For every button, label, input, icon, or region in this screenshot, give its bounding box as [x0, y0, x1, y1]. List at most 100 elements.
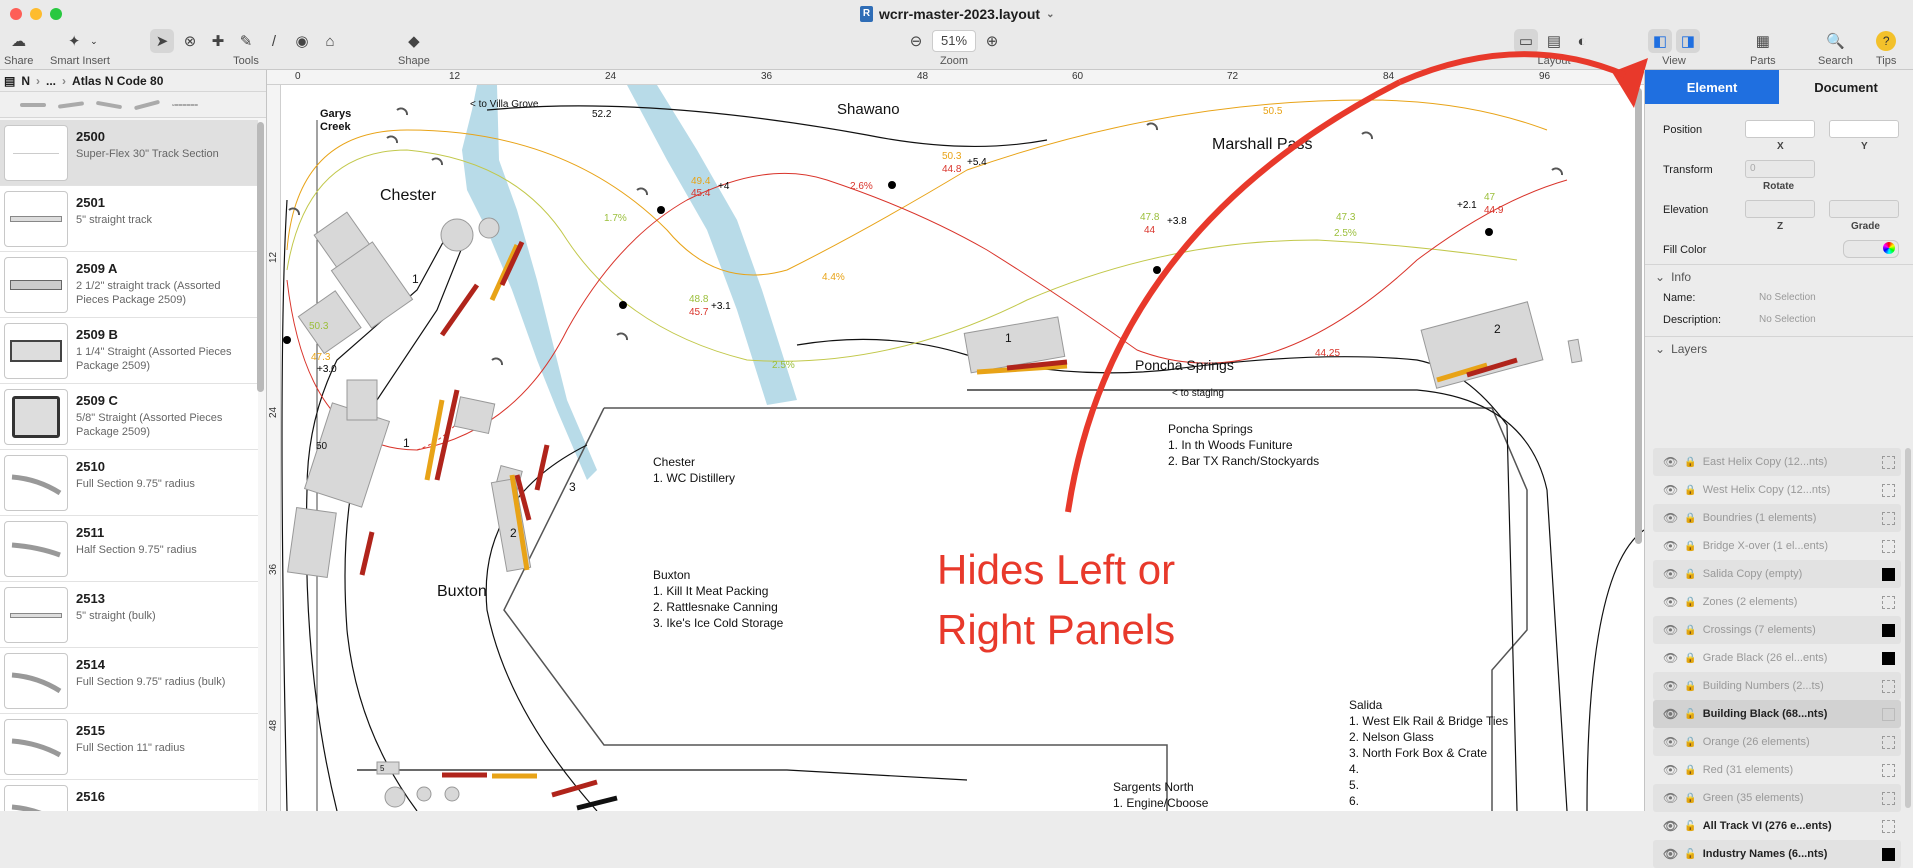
- zoom-out-icon[interactable]: ⊖: [904, 29, 928, 53]
- layer-color-swatch[interactable]: [1882, 763, 1895, 777]
- eye-icon[interactable]: 👁: [1663, 595, 1678, 609]
- lock-icon[interactable]: 🔒: [1684, 653, 1696, 664]
- layer-row[interactable]: 👁 🔒 Green (35 elements): [1653, 784, 1901, 812]
- close-button[interactable]: [10, 8, 22, 20]
- layer-row[interactable]: 👁 🔒 Bridge X-over (1 el...ents): [1653, 532, 1901, 560]
- layer-color-swatch[interactable]: [1882, 707, 1895, 721]
- tips-button[interactable]: ? Tips: [1876, 28, 1896, 67]
- eye-icon[interactable]: 👁: [1663, 455, 1678, 469]
- list-item[interactable]: 2501 5" straight track: [0, 186, 258, 252]
- zoom-in-icon[interactable]: ⊕: [980, 29, 1004, 53]
- layer-row[interactable]: 👁 🔒 Orange (26 elements): [1653, 728, 1901, 756]
- elevation-z-field[interactable]: [1745, 200, 1815, 218]
- window-title[interactable]: R wcrr-master-2023.layout ⌄: [860, 6, 1054, 22]
- tab-element[interactable]: Element: [1645, 70, 1779, 104]
- list-item[interactable]: 2509 B 1 1/4" Straight (Assorted Pieces P…: [0, 318, 258, 384]
- scrollbar[interactable]: [1635, 88, 1642, 544]
- list-item[interactable]: 2514 Full Section 9.75" radius (bulk): [0, 648, 258, 714]
- layer-color-swatch[interactable]: [1882, 735, 1895, 749]
- list-item[interactable]: 2513 5" straight (bulk): [0, 582, 258, 648]
- list-item[interactable]: 2511 Half Section 9.75" radius: [0, 516, 258, 582]
- lock-icon[interactable]: 🔒: [1684, 569, 1696, 580]
- layout-canvas[interactable]: 0 12 24 36 48 60 72 84 96 12 24 36 48 Ga…: [267, 70, 1644, 811]
- delete-tool-icon[interactable]: ⊗: [178, 29, 202, 53]
- share-button[interactable]: ☁ Share: [4, 28, 33, 67]
- pencil-tool-icon[interactable]: /: [262, 29, 286, 53]
- list-item[interactable]: 2516: [0, 780, 258, 811]
- list-item[interactable]: 2515 Full Section 11" radius: [0, 714, 258, 780]
- layout-window-icon[interactable]: ▭: [1514, 29, 1538, 53]
- layer-row[interactable]: 👁 🔒 Building Numbers (2...ts): [1653, 672, 1901, 700]
- layer-color-swatch[interactable]: [1882, 483, 1895, 497]
- crossing-filter-icon[interactable]: [133, 99, 161, 110]
- search-button[interactable]: 🔍 Search: [1818, 28, 1853, 67]
- lock-icon[interactable]: 🔒: [1684, 541, 1696, 552]
- eye-icon[interactable]: 👁: [1663, 567, 1678, 581]
- terrain-tool-icon[interactable]: ◉: [290, 29, 314, 53]
- breadcrumb-item-ellipsis[interactable]: ...: [46, 74, 56, 88]
- tab-document[interactable]: Document: [1779, 70, 1913, 104]
- left-panel-toggle-icon[interactable]: ◧: [1648, 29, 1672, 53]
- layer-row[interactable]: 👁 🔒 Zones (2 elements): [1653, 588, 1901, 616]
- layer-color-swatch[interactable]: [1882, 791, 1895, 805]
- info-section-header[interactable]: ⌄ Info: [1645, 264, 1913, 288]
- layer-row[interactable]: 👁 🔒 East Helix Copy (12...nts): [1653, 448, 1901, 476]
- layer-color-swatch[interactable]: [1882, 623, 1895, 637]
- list-item[interactable]: 2509 C 5/8" Straight (Assorted Pieces Pac…: [0, 384, 258, 450]
- layer-row[interactable]: 👁 🔒 Grade Black (26 el...ents): [1653, 644, 1901, 672]
- layer-row[interactable]: 👁 🔓 All Track VI (276 e...ents): [1653, 812, 1901, 840]
- layer-color-swatch[interactable]: [1882, 651, 1895, 665]
- eye-icon[interactable]: 👁: [1663, 791, 1678, 805]
- layer-color-swatch[interactable]: [1882, 511, 1895, 525]
- layers-section-header[interactable]: ⌄ Layers: [1645, 336, 1913, 360]
- zoom-window-button[interactable]: [50, 8, 62, 20]
- layer-color-swatch[interactable]: [1882, 595, 1895, 609]
- layer-row[interactable]: 👁 🔒 West Helix Copy (12...nts): [1653, 476, 1901, 504]
- eye-icon[interactable]: 👁: [1663, 679, 1678, 693]
- scrollbar[interactable]: [1905, 448, 1911, 808]
- lock-icon[interactable]: 🔒: [1684, 793, 1696, 804]
- unlock-icon[interactable]: 🔓: [1684, 709, 1696, 720]
- minimize-button[interactable]: [30, 8, 42, 20]
- lock-icon[interactable]: 🔒: [1684, 625, 1696, 636]
- eye-icon[interactable]: 👁: [1663, 623, 1678, 637]
- right-panel-toggle-icon[interactable]: ◨: [1676, 29, 1700, 53]
- lock-icon[interactable]: 🔒: [1684, 457, 1696, 468]
- unlock-icon[interactable]: 🔓: [1684, 849, 1696, 860]
- rotate-field[interactable]: 0: [1745, 160, 1815, 178]
- layer-row[interactable]: 👁 🔒 Red (31 elements): [1653, 756, 1901, 784]
- 3d-view-icon[interactable]: ◐: [1570, 29, 1594, 53]
- eye-icon[interactable]: 👁: [1663, 707, 1678, 721]
- eye-icon[interactable]: 👁: [1663, 483, 1678, 497]
- layer-row[interactable]: 👁 🔒 Crossings (7 elements): [1653, 616, 1901, 644]
- lock-icon[interactable]: 🔒: [1684, 597, 1696, 608]
- lock-icon[interactable]: 🔒: [1684, 737, 1696, 748]
- pointer-tool-icon[interactable]: ➤: [150, 29, 174, 53]
- position-x-field[interactable]: [1745, 120, 1815, 138]
- unlock-icon[interactable]: 🔓: [1684, 821, 1696, 832]
- breadcrumb-item-atlas[interactable]: Atlas N Code 80: [72, 74, 163, 88]
- eye-icon[interactable]: 👁: [1663, 511, 1678, 525]
- lock-icon[interactable]: 🔒: [1684, 513, 1696, 524]
- parts-button[interactable]: ▦ Parts: [1750, 28, 1776, 67]
- layer-row[interactable]: 👁 🔓 Industry Names (6...nts): [1653, 840, 1901, 868]
- layer-color-swatch[interactable]: [1882, 455, 1895, 469]
- shape-button[interactable]: ◆ Shape: [398, 28, 430, 67]
- pen-tool-icon[interactable]: ✎: [234, 29, 258, 53]
- layer-row[interactable]: 👁 🔒 Boundries (1 elements): [1653, 504, 1901, 532]
- eye-icon[interactable]: 👁: [1663, 735, 1678, 749]
- curve-filter-icon[interactable]: [57, 100, 85, 109]
- position-y-field[interactable]: [1829, 120, 1899, 138]
- list-item[interactable]: 2509 A 2 1/2" straight track (Assorted Pi…: [0, 252, 258, 318]
- tunnel-tool-icon[interactable]: ⌂: [318, 29, 342, 53]
- smart-insert-button[interactable]: ✦ ⌄ Smart Insert: [50, 28, 110, 67]
- grade-field[interactable]: [1829, 200, 1899, 218]
- layer-row[interactable]: 👁 🔓 Building Black (68...nts): [1653, 700, 1901, 728]
- straight-filter-icon[interactable]: [20, 102, 46, 107]
- turnout-filter-icon[interactable]: [95, 100, 123, 109]
- eye-icon[interactable]: 👁: [1663, 539, 1678, 553]
- layer-color-swatch[interactable]: [1882, 539, 1895, 553]
- list-item[interactable]: 2510 Full Section 9.75" radius: [0, 450, 258, 516]
- eye-icon[interactable]: 👁: [1663, 651, 1678, 665]
- color-wheel-icon[interactable]: [1883, 242, 1895, 254]
